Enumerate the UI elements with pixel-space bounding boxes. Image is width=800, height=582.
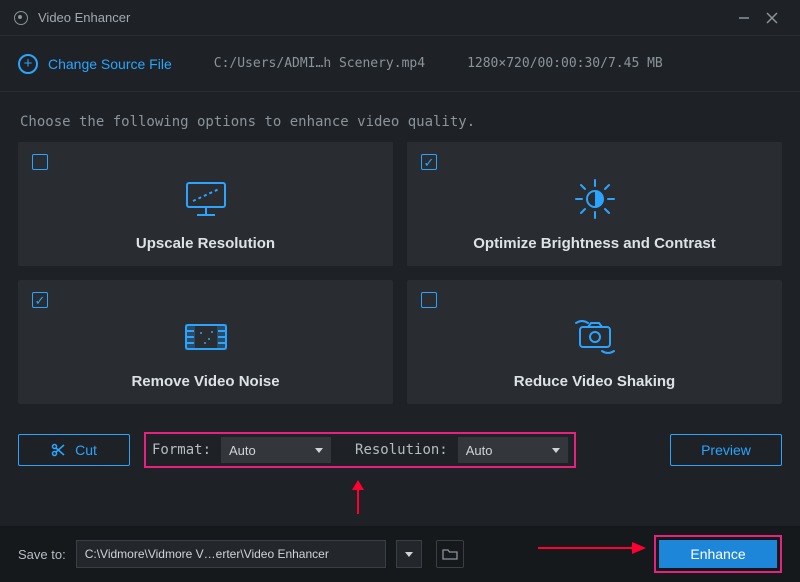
change-source-button[interactable]: Change Source File	[18, 54, 172, 74]
monitor-icon	[183, 171, 229, 227]
chevron-down-icon	[315, 448, 323, 453]
enhance-button[interactable]: Enhance	[659, 540, 777, 568]
card-reduce-shaking[interactable]: Reduce Video Shaking	[407, 280, 782, 404]
sun-icon	[572, 171, 618, 227]
save-path-dropdown[interactable]	[396, 540, 422, 568]
file-meta: 1280×720/00:00:30/7.45 MB	[467, 56, 663, 71]
enhance-highlight: Enhance	[654, 535, 782, 573]
close-button[interactable]	[758, 4, 786, 32]
app-icon	[14, 11, 28, 25]
card-label: Remove Video Noise	[131, 373, 279, 390]
controls-row: Cut Format: Auto Resolution: Auto Previe…	[0, 404, 800, 484]
chevron-down-icon	[552, 448, 560, 453]
format-dropdown[interactable]: Auto	[221, 437, 331, 463]
checkbox-noise[interactable]	[32, 292, 48, 308]
checkbox-brightness[interactable]	[421, 154, 437, 170]
card-upscale-resolution[interactable]: Upscale Resolution	[18, 142, 393, 266]
resolution-label: Resolution:	[355, 442, 448, 458]
source-path: C:/Users/ADMI…h Scenery.mp4	[214, 56, 425, 71]
save-path-input[interactable]: C:\Vidmore\Vidmore V…erter\Video Enhance…	[76, 540, 386, 568]
folder-icon	[442, 548, 458, 560]
format-value: Auto	[229, 443, 256, 458]
plus-icon	[18, 54, 38, 74]
instruction-text: Choose the following options to enhance …	[0, 92, 800, 142]
film-icon	[181, 309, 231, 365]
camera-icon	[568, 309, 622, 365]
titlebar: Video Enhancer	[0, 0, 800, 36]
format-label: Format:	[152, 442, 211, 458]
card-remove-noise[interactable]: Remove Video Noise	[18, 280, 393, 404]
bottom-bar: Save to: C:\Vidmore\Vidmore V…erter\Vide…	[0, 526, 800, 582]
checkbox-upscale[interactable]	[32, 154, 48, 170]
save-to-label: Save to:	[18, 547, 66, 562]
chevron-down-icon	[405, 552, 413, 557]
card-optimize-brightness[interactable]: Optimize Brightness and Contrast	[407, 142, 782, 266]
checkbox-shaking[interactable]	[421, 292, 437, 308]
minimize-button[interactable]	[730, 4, 758, 32]
annotation-arrow-up	[348, 480, 368, 516]
source-toolbar: Change Source File C:/Users/ADMI…h Scene…	[0, 36, 800, 92]
card-label: Reduce Video Shaking	[514, 373, 675, 390]
cut-label: Cut	[75, 442, 97, 458]
options-grid: Upscale Resolution Optimize Brightness a…	[0, 142, 800, 404]
card-label: Optimize Brightness and Contrast	[473, 235, 716, 252]
resolution-value: Auto	[466, 443, 493, 458]
format-resolution-group: Format: Auto Resolution: Auto	[144, 432, 576, 468]
open-folder-button[interactable]	[436, 540, 464, 568]
preview-button[interactable]: Preview	[670, 434, 782, 466]
app-title: Video Enhancer	[38, 10, 130, 25]
resolution-dropdown[interactable]: Auto	[458, 437, 568, 463]
save-path-value: C:\Vidmore\Vidmore V…erter\Video Enhance…	[85, 547, 329, 561]
scissors-icon	[51, 443, 65, 457]
change-source-label: Change Source File	[48, 56, 172, 72]
card-label: Upscale Resolution	[136, 235, 275, 252]
cut-button[interactable]: Cut	[18, 434, 130, 466]
